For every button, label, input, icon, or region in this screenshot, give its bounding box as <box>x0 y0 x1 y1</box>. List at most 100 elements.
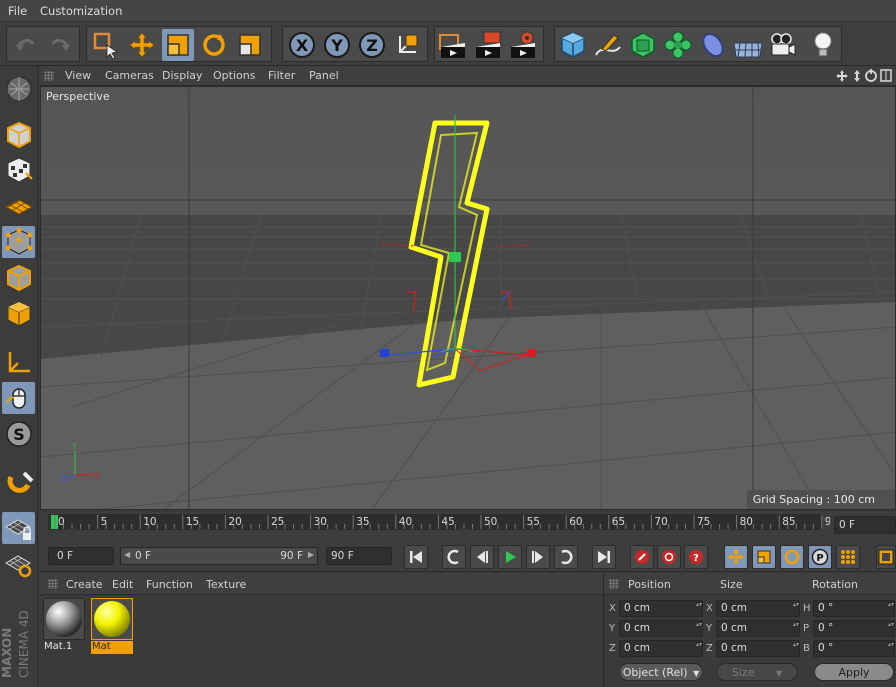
mat-menu-function[interactable]: Function <box>146 578 193 591</box>
record-point-level-button[interactable] <box>836 545 860 569</box>
redo-button[interactable] <box>44 29 76 61</box>
size-z-field[interactable]: 0 cm <box>716 640 800 657</box>
next-keyframe-button[interactable] <box>554 545 578 569</box>
move-tool-button[interactable] <box>126 29 158 61</box>
vp-menu-options[interactable]: Options <box>213 69 255 82</box>
workplane-rotate-button[interactable] <box>2 548 35 580</box>
record-scale-button[interactable] <box>752 545 776 569</box>
pen-spline-button[interactable] <box>592 29 624 61</box>
workplane-lock-button[interactable] <box>2 512 35 544</box>
vp-menu-filter[interactable]: Filter <box>268 69 295 82</box>
max-time-field[interactable]: 90 F <box>326 547 392 565</box>
vp-menu-panel[interactable]: Panel <box>309 69 339 82</box>
light-object-button[interactable] <box>807 29 839 61</box>
goto-start-button[interactable] <box>404 545 428 569</box>
workplane-mode-button[interactable] <box>2 190 35 222</box>
maxon-cinema4d-logo: MAXON CINEMA 4D <box>0 592 38 684</box>
viewport-rotate-icon[interactable] <box>865 69 877 82</box>
svg-text:P: P <box>816 553 823 564</box>
pos-z-field[interactable]: 0 cm <box>619 640 703 657</box>
scale-tool-button[interactable] <box>162 29 194 61</box>
snapping-solo-button[interactable]: S <box>2 418 35 450</box>
size-y-field[interactable]: 0 cm <box>716 620 800 637</box>
material-grip[interactable] <box>48 579 58 589</box>
snap-magnet-button[interactable] <box>2 466 35 498</box>
record-position-button[interactable] <box>724 545 748 569</box>
subdivision-surface-button[interactable] <box>627 29 659 61</box>
dropdown-arrow-icon: ▼ <box>693 669 700 678</box>
rot-p-field[interactable]: 0 ° <box>813 620 895 637</box>
render-to-picture-viewer-button[interactable] <box>472 29 504 61</box>
live-selection-button[interactable] <box>90 29 122 61</box>
vp-menu-cameras[interactable]: Cameras <box>105 69 154 82</box>
frame-range-slider[interactable]: ◀ 0 F 90 F ▶ <box>120 547 318 565</box>
next-frame-button[interactable] <box>526 545 550 569</box>
timeline-scale: 0 5 10 15 20 25 30 35 40 45 50 55 60 65 70 75 80 85 90 <box>48 514 830 530</box>
points-mode-button[interactable] <box>2 226 35 258</box>
record-parameter-button[interactable]: P <box>808 545 832 569</box>
coordinate-mode-dropdown[interactable]: Object (Rel) ▼ <box>619 663 703 681</box>
brand-product: CINEMA 4D <box>17 610 31 678</box>
deformer-button[interactable] <box>697 29 729 61</box>
mat-menu-texture[interactable]: Texture <box>206 578 246 591</box>
film-strip-button[interactable] <box>876 545 896 569</box>
camera-object-button[interactable] <box>767 29 799 61</box>
mat-menu-edit[interactable]: Edit <box>112 578 133 591</box>
rot-b-field[interactable]: 0 ° <box>813 640 895 657</box>
rotate-tool-button[interactable] <box>198 29 230 61</box>
viewport-maximize-icon[interactable] <box>880 69 892 82</box>
enable-axis-button[interactable] <box>2 346 35 378</box>
viewport-pan-icon[interactable] <box>836 70 848 82</box>
undo-button[interactable] <box>10 29 42 61</box>
menu-file[interactable]: File <box>8 4 27 18</box>
vp-menu-display[interactable]: Display <box>162 69 203 82</box>
record-rotation-button[interactable] <box>780 545 804 569</box>
undo-redo-group <box>6 26 80 62</box>
texture-mode-button[interactable] <box>2 154 35 186</box>
viewport-zoom-icon[interactable] <box>854 70 860 82</box>
z-axis-lock-button[interactable]: Z <box>356 29 388 61</box>
cloner-button[interactable] <box>662 29 694 61</box>
svg-text:Y: Y <box>71 442 77 451</box>
size-x-field[interactable]: 0 cm <box>716 600 800 617</box>
timeline-ruler[interactable]: 0 5 10 15 20 25 30 35 40 45 50 55 60 65 70 75 80 85 90 0 F <box>40 512 896 542</box>
edges-mode-button[interactable] <box>2 262 35 294</box>
pos-z-label: Z <box>609 643 616 654</box>
current-frame-field[interactable]: 0 F <box>834 516 896 534</box>
x-axis-lock-button[interactable]: X <box>286 29 318 61</box>
make-editable-button[interactable] <box>2 73 35 105</box>
rot-h-field[interactable]: 0 ° <box>813 600 895 617</box>
prev-keyframe-button[interactable] <box>442 545 466 569</box>
material-swatch[interactable]: Mat <box>90 597 134 655</box>
play-button[interactable] <box>498 545 522 569</box>
y-axis-lock-button[interactable]: Y <box>321 29 353 61</box>
render-view-button[interactable] <box>437 29 469 61</box>
record-active-objects-button[interactable] <box>630 545 654 569</box>
pos-y-field[interactable]: 0 cm <box>619 620 703 637</box>
polygons-mode-button[interactable] <box>2 298 35 330</box>
perspective-viewport[interactable]: Y X Z Perspective Grid Spacing : 100 cm <box>40 86 896 510</box>
recent-tool-button[interactable] <box>234 29 266 61</box>
apply-button[interactable]: Apply <box>814 663 894 681</box>
model-mode-button[interactable] <box>2 119 35 151</box>
autokeying-button[interactable] <box>657 545 681 569</box>
timeline-tick-label: 35 <box>356 516 369 528</box>
panel-grip[interactable] <box>44 71 54 81</box>
goto-end-button[interactable] <box>592 545 616 569</box>
coordinate-grip[interactable] <box>609 579 619 589</box>
size-mode-dropdown[interactable]: Size ▼ <box>716 663 798 681</box>
render-settings-button[interactable] <box>507 29 539 61</box>
prev-frame-button[interactable] <box>470 545 494 569</box>
range-start-value: 0 F <box>135 550 152 562</box>
material-swatch[interactable]: Mat.1 <box>42 597 86 655</box>
vp-menu-view[interactable]: View <box>65 69 91 82</box>
keyframe-selection-button[interactable]: ? <box>684 545 708 569</box>
cube-object-button[interactable] <box>557 29 589 61</box>
tweak-mode-button[interactable] <box>2 382 35 414</box>
coordinate-system-button[interactable] <box>391 29 423 61</box>
pos-x-field[interactable]: 0 cm <box>619 600 703 617</box>
mat-menu-create[interactable]: Create <box>66 578 103 591</box>
menu-customization[interactable]: Customization <box>40 4 122 18</box>
min-time-field[interactable]: 0 F <box>48 547 114 565</box>
floor-object-button[interactable] <box>732 29 764 61</box>
